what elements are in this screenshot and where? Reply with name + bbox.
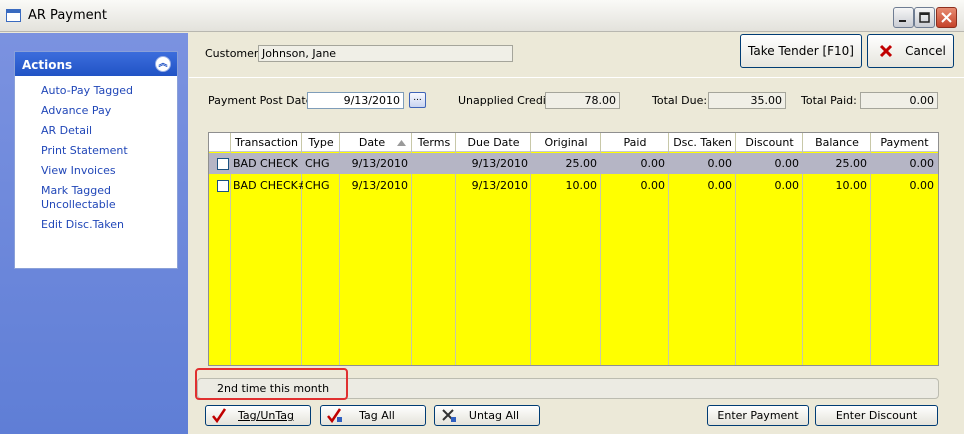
col-header-due-date[interactable]: Due Date (456, 136, 531, 149)
enter-payment-label: Enter Payment (717, 409, 799, 422)
unapplied-credit-label: Unapplied Credit: (458, 94, 554, 107)
cell-type: CHG (305, 179, 330, 192)
cell-transaction: BAD CHECK# (233, 179, 303, 192)
minimize-button[interactable] (893, 7, 914, 28)
post-date-field[interactable]: 9/13/2010 (307, 92, 404, 109)
tag-all-icon (327, 408, 342, 423)
minimize-icon (899, 20, 906, 22)
action-view-invoices[interactable]: View Invoices (41, 164, 177, 178)
customer-field[interactable]: Johnson, Jane (258, 45, 513, 62)
untag-all-icon (442, 409, 456, 422)
cell-payment[interactable]: 0.00 (871, 157, 935, 170)
cell-type: CHG (305, 157, 330, 170)
take-tender-label: Take Tender [F10] (748, 44, 854, 58)
tag-all-button[interactable]: Tag All (320, 405, 426, 426)
cell-dsc-taken: 0.00 (707, 179, 733, 192)
actions-pane: Actions ︽ Auto-Pay Tagged Advance Pay AR… (0, 33, 188, 434)
cell-balance: 25.00 (835, 157, 868, 170)
cancel-button[interactable]: Cancel (867, 34, 954, 68)
col-header-payment[interactable]: Payment (871, 136, 938, 149)
enter-discount-button[interactable]: Enter Discount (815, 405, 938, 426)
window-icon (6, 9, 21, 22)
window-title: AR Payment (28, 8, 107, 23)
enter-discount-label: Enter Discount (835, 409, 918, 422)
cell-due-date: 9/13/2010 (471, 157, 528, 170)
actions-title: Actions (22, 58, 73, 72)
row-checkbox[interactable] (217, 158, 229, 170)
tag-all-label: Tag All (359, 409, 395, 422)
enter-payment-button[interactable]: Enter Payment (707, 405, 809, 426)
cell-paid: 0.00 (640, 157, 666, 170)
cell-payment[interactable]: 0.00 (871, 179, 935, 192)
sort-ascending-icon (397, 140, 406, 146)
col-header-terms[interactable]: Terms (412, 136, 456, 149)
customer-label: Customer: (205, 47, 262, 60)
cell-original: 10.00 (565, 179, 598, 192)
action-ar-detail[interactable]: AR Detail (41, 124, 177, 138)
post-date-label: Payment Post Date: (208, 94, 317, 107)
tag-untag-label: Tag/UnTag (238, 409, 294, 422)
cell-transaction: BAD CHECK (233, 157, 298, 170)
cell-balance: 10.00 (835, 179, 868, 192)
untag-all-label: Untag All (468, 409, 520, 422)
table-row[interactable]: BAD CHECK CHG 9/13/2010 9/13/2010 25.00 … (209, 153, 938, 174)
col-header-discount[interactable]: Discount (736, 136, 803, 149)
cell-due-date: 9/13/2010 (471, 179, 528, 192)
maximize-icon (919, 12, 930, 23)
cell-discount: 0.00 (774, 157, 800, 170)
checkmark-icon (212, 408, 226, 423)
main-panel: Customer: Johnson, Jane Take Tender [F10… (189, 33, 964, 434)
cell-discount: 0.00 (774, 179, 800, 192)
row-checkbox[interactable] (217, 180, 229, 192)
cancel-x-icon (879, 44, 893, 58)
close-button[interactable] (936, 7, 957, 28)
close-icon (941, 12, 952, 23)
untag-all-button[interactable]: Untag All (434, 405, 540, 426)
cell-date: 9/13/2010 (351, 179, 408, 192)
highlight-box (195, 368, 348, 400)
title-bar: AR Payment (0, 0, 964, 32)
col-header-paid[interactable]: Paid (601, 136, 669, 149)
tag-untag-button[interactable]: Tag/UnTag (205, 405, 311, 426)
total-paid-label: Total Paid: (801, 94, 857, 107)
action-edit-disc-taken[interactable]: Edit Disc.Taken (41, 218, 177, 232)
header-divider (189, 77, 964, 78)
col-header-original[interactable]: Original (531, 136, 601, 149)
take-tender-button[interactable]: Take Tender [F10] (740, 34, 862, 68)
action-print-statement[interactable]: Print Statement (41, 144, 177, 158)
col-header-type[interactable]: Type (302, 136, 340, 149)
cancel-label: Cancel (905, 44, 946, 58)
action-advance-pay[interactable]: Advance Pay (41, 104, 177, 118)
cell-date: 9/13/2010 (351, 157, 408, 170)
col-header-date[interactable]: Date (340, 136, 404, 149)
actions-header[interactable]: Actions ︽ (15, 52, 177, 76)
actions-list: Auto-Pay Tagged Advance Pay AR Detail Pr… (15, 76, 177, 232)
col-header-dsc-taken[interactable]: Dsc. Taken (669, 136, 736, 149)
cell-dsc-taken: 0.00 (707, 157, 733, 170)
cell-original: 25.00 (565, 157, 598, 170)
collapse-icon[interactable]: ︽ (155, 56, 171, 72)
unapplied-credit-field: 78.00 (545, 92, 620, 109)
action-mark-tagged-uncollectable[interactable]: Mark Tagged Uncollectable (41, 184, 131, 212)
total-due-field: 35.00 (708, 92, 786, 109)
actions-panel: Actions ︽ Auto-Pay Tagged Advance Pay AR… (14, 51, 178, 269)
transactions-grid[interactable]: Transaction Type Date Terms Due Date Ori… (208, 132, 939, 366)
total-due-label: Total Due: (652, 94, 708, 107)
table-row[interactable]: BAD CHECK# CHG 9/13/2010 9/13/2010 10.00… (209, 175, 938, 196)
col-header-balance[interactable]: Balance (803, 136, 871, 149)
col-header-transaction[interactable]: Transaction (231, 136, 302, 149)
action-auto-pay-tagged[interactable]: Auto-Pay Tagged (41, 84, 177, 98)
maximize-button[interactable] (914, 7, 935, 28)
total-paid-field: 0.00 (860, 92, 938, 109)
cell-paid: 0.00 (640, 179, 666, 192)
date-picker-button[interactable]: ... (409, 92, 426, 108)
